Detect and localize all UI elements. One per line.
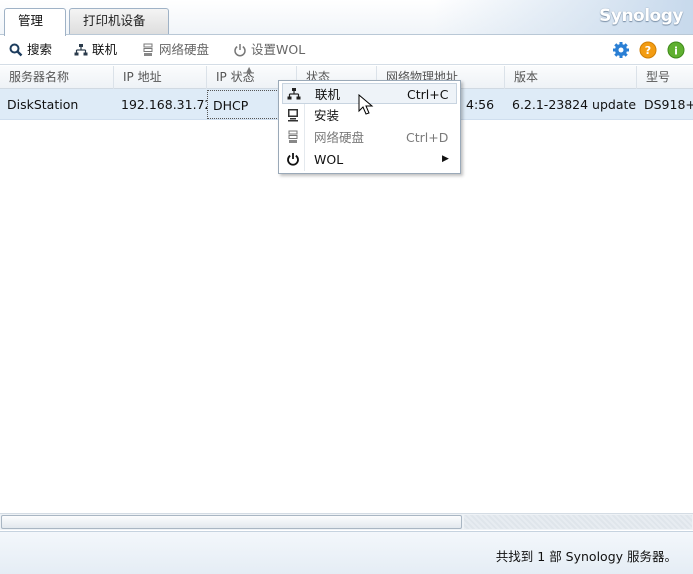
gear-icon[interactable] bbox=[612, 41, 630, 59]
column-header-version[interactable]: 版本 bbox=[505, 66, 637, 89]
column-header-server-name[interactable]: 服务器名称 bbox=[0, 66, 114, 89]
tab-bar: 管理 打印机设备 Synology bbox=[0, 0, 693, 36]
menu-item-label: WOL bbox=[314, 152, 344, 167]
menu-item-shortcut: Ctrl+D bbox=[406, 130, 449, 145]
server-icon bbox=[143, 43, 153, 56]
horizontal-scrollbar[interactable] bbox=[0, 513, 693, 530]
submenu-arrow-icon: ▶ bbox=[442, 154, 449, 164]
cell-version: 6.2.1-23824 update 6 bbox=[512, 97, 637, 112]
mount-drive-button[interactable]: 网络硬盘 bbox=[141, 41, 209, 59]
menu-item-mount-drive[interactable]: 网络硬盘 Ctrl+D bbox=[282, 127, 457, 148]
search-icon bbox=[9, 43, 23, 57]
menu-item-label: 安装 bbox=[314, 108, 340, 123]
network-icon bbox=[287, 88, 301, 100]
connect-button[interactable]: 联机 bbox=[74, 41, 117, 59]
scrollbar-track[interactable] bbox=[464, 515, 692, 529]
set-wol-button[interactable]: 设置WOL bbox=[233, 41, 305, 59]
tab-printer-devices[interactable]: 打印机设备 bbox=[69, 8, 169, 34]
column-header-ip-address[interactable]: IP 地址 bbox=[114, 66, 207, 89]
menu-item-wol[interactable]: WOL ▶ bbox=[282, 149, 457, 170]
power-icon bbox=[287, 153, 299, 166]
install-icon bbox=[288, 109, 298, 122]
power-icon bbox=[234, 44, 246, 57]
status-bar: 共找到 1 部 Synology 服务器。 bbox=[0, 531, 693, 574]
scrollbar-thumb[interactable] bbox=[1, 515, 462, 529]
set-wol-button-label: 设置WOL bbox=[251, 42, 306, 57]
info-icon[interactable]: i bbox=[667, 41, 685, 59]
help-icon[interactable]: ? bbox=[639, 41, 657, 59]
connect-button-label: 联机 bbox=[92, 42, 118, 57]
toolbar: 搜索 联机 网络硬盘 设置WOL ? i bbox=[0, 35, 693, 65]
cell-server-name: DiskStation bbox=[7, 97, 79, 112]
search-button[interactable]: 搜索 bbox=[9, 41, 52, 59]
cell-mac-address: 4:56 bbox=[466, 97, 495, 112]
svg-text:?: ? bbox=[645, 44, 651, 57]
cell-ip-address: 192.168.31.72 bbox=[121, 97, 207, 112]
network-icon bbox=[74, 44, 88, 56]
cell-ip-status: DHCP bbox=[207, 90, 279, 119]
status-text: 共找到 1 部 Synology 服务器。 bbox=[495, 549, 677, 564]
tab-manage[interactable]: 管理 bbox=[4, 8, 66, 36]
column-header-model[interactable]: 型号 bbox=[637, 66, 693, 89]
menu-item-label: 网络硬盘 bbox=[314, 130, 365, 145]
synology-logo: Synology bbox=[599, 6, 683, 26]
menu-item-shortcut: Ctrl+C bbox=[407, 87, 449, 102]
menu-item-label: 联机 bbox=[315, 87, 341, 102]
mouse-cursor-icon bbox=[358, 94, 374, 115]
cell-model: DS918+ bbox=[644, 97, 693, 112]
svg-text:i: i bbox=[674, 45, 678, 58]
sort-arrow-icon: ▲ bbox=[246, 65, 253, 74]
server-icon bbox=[288, 130, 298, 143]
search-button-label: 搜索 bbox=[27, 42, 53, 57]
mount-drive-button-label: 网络硬盘 bbox=[159, 42, 210, 57]
